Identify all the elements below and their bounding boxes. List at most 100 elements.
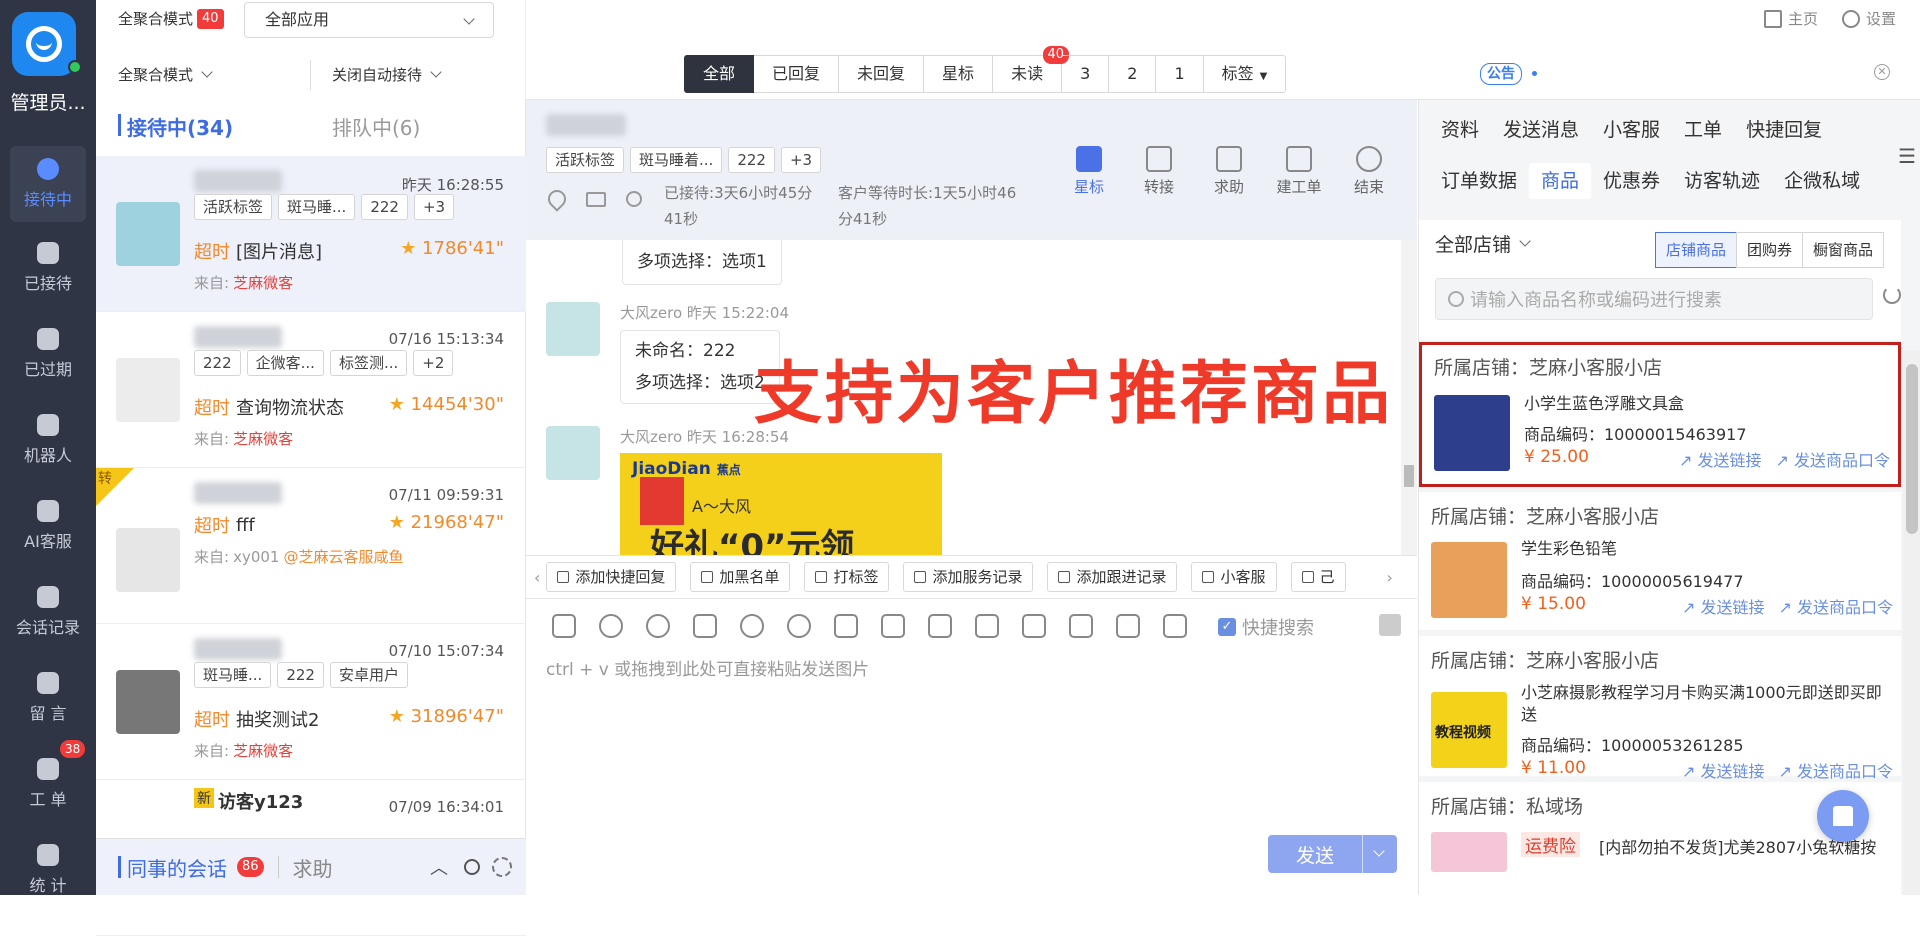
customer-action-button[interactable]: 转接 — [1124, 146, 1194, 197]
home-float-button[interactable] — [1817, 790, 1869, 842]
right-tab[interactable]: 企微私域 — [1772, 163, 1872, 199]
location-icon[interactable] — [544, 186, 570, 212]
filter-segment[interactable]: 1 — [1156, 55, 1204, 93]
panel-settings-icon[interactable]: ☰ — [1898, 144, 1916, 168]
timer-icon[interactable] — [626, 191, 642, 207]
nav-item[interactable]: 工 单 38 — [10, 740, 86, 822]
trash-icon[interactable] — [1069, 614, 1093, 638]
customer-tag[interactable]: 斑马睡着... — [630, 147, 723, 173]
product-card[interactable]: 所属店铺：芝麻小客服小店 小学生蓝色浮雕文具盒 商品编码：1000001546391… — [1419, 342, 1901, 487]
video-icon[interactable] — [1022, 614, 1046, 638]
invite-icon[interactable] — [740, 614, 764, 638]
emoji-icon[interactable] — [646, 614, 670, 638]
auto-receive-select[interactable]: 关闭自动接待 — [332, 64, 442, 85]
inbox-icon[interactable] — [928, 614, 952, 638]
filter-segment[interactable]: 3 — [1062, 55, 1110, 93]
customer-action-button[interactable]: 建工单 — [1264, 146, 1334, 197]
settings-link[interactable]: 设置 — [1866, 8, 1896, 29]
expand-icon[interactable] — [1379, 614, 1401, 636]
store-select[interactable]: 全部店铺 — [1435, 230, 1531, 257]
right-scrollbar[interactable] — [1903, 350, 1920, 895]
toolbar-button[interactable]: 添加服务记录 — [903, 562, 1034, 592]
customer-tag[interactable]: 222 — [728, 147, 775, 173]
customer-tag[interactable]: 活跃标签 — [546, 147, 625, 173]
upload-icon[interactable] — [881, 614, 905, 638]
chart-icon[interactable] — [552, 614, 576, 638]
tab-queue[interactable]: 排队中(6) — [332, 112, 420, 141]
help-sessions[interactable]: 求助 — [293, 853, 333, 882]
admin-name[interactable]: 管理员... — [0, 88, 96, 115]
customer-tag[interactable]: +3 — [780, 147, 822, 173]
toolbar-button[interactable]: 加黑名单 — [690, 562, 791, 592]
collapse-up-icon[interactable]: ︿ — [430, 854, 448, 880]
nav-item[interactable]: 留 言 — [10, 660, 86, 736]
chat-scrollbar[interactable] — [1401, 240, 1417, 555]
device-icon[interactable] — [586, 191, 606, 207]
conversation-item[interactable]: 07/10 15:07:34 斑马睡... 222 安卓用户 超时 抽奖测试2 ★ 3189… — [96, 624, 526, 780]
right-tab[interactable]: 优惠券 — [1591, 163, 1672, 199]
nav-item[interactable]: 接待中 — [10, 146, 86, 222]
send-command-button[interactable]: ↗ 发送商品口令 — [1775, 447, 1890, 471]
nav-item[interactable]: AI客服 — [10, 488, 86, 564]
scroll-left-icon[interactable]: ‹ — [534, 568, 540, 587]
product-type-tab[interactable]: 橱窗商品 — [1802, 232, 1885, 268]
product-type-tab[interactable]: 团购券 — [1736, 232, 1804, 268]
clock-icon[interactable] — [599, 614, 623, 638]
right-tab[interactable]: 工单 — [1672, 112, 1734, 148]
scroll-right-icon[interactable]: › — [1386, 568, 1392, 587]
nav-item[interactable]: 已过期 — [10, 316, 86, 392]
product-card[interactable]: 所属店铺：芝麻小客服小店 学生彩色铅笔 商品编码：10000005619477 ¥ 1… — [1419, 492, 1901, 630]
right-tab[interactable]: 资料 — [1429, 112, 1491, 148]
send-button[interactable]: 发送 — [1268, 835, 1398, 873]
right-tab[interactable]: 快捷回复 — [1734, 112, 1834, 148]
nav-item[interactable]: 统 计 — [10, 832, 86, 908]
product-card[interactable]: 所属店铺：芝麻小客服小店 教程视频 小芝麻摄影教程学习月卡购买满1000元即送即买即… — [1419, 636, 1901, 781]
toolbar-button[interactable]: 添加跟进记录 — [1047, 562, 1178, 592]
right-tab[interactable]: 商品 — [1529, 163, 1592, 199]
customer-action-button[interactable]: 求助 — [1194, 146, 1264, 197]
filter-segment[interactable]: 2 — [1109, 55, 1157, 93]
product-type-tab[interactable]: 店铺商品 — [1655, 232, 1738, 268]
right-tab[interactable]: 发送消息 — [1491, 112, 1591, 148]
mic-icon[interactable] — [1163, 614, 1187, 638]
send-command-button[interactable]: ↗ 发送商品口令 — [1778, 758, 1893, 782]
tab-receiving[interactable]: 接待中(34) — [127, 112, 233, 141]
send-command-button[interactable]: ↗ 发送商品口令 — [1778, 594, 1893, 618]
file-icon[interactable] — [834, 614, 858, 638]
customer-action-button[interactable]: 结束 — [1334, 146, 1404, 197]
customer-action-button[interactable]: 星标 — [1054, 146, 1124, 197]
chevron-down-icon[interactable] — [1373, 845, 1385, 857]
quick-search-toggle[interactable]: 快捷搜索 — [1242, 614, 1314, 640]
checkbox-icon[interactable]: ✓ — [1218, 618, 1236, 636]
conversation-item[interactable]: 07/16 15:13:34 222 企微客... 标签测... +2 超时 查询物流状态 ★… — [96, 312, 526, 468]
home-link[interactable]: 主页 — [1788, 8, 1818, 29]
toolbar-button[interactable]: 己 — [1290, 562, 1346, 592]
colleague-sessions[interactable]: 同事的会话 — [127, 853, 227, 882]
mode-select[interactable]: 全聚合模式 — [118, 64, 213, 85]
right-tab[interactable]: 订单数据 — [1429, 163, 1529, 199]
nav-item[interactable]: 会话记录 — [10, 574, 86, 650]
send-link-button[interactable]: ↗ 发送链接 — [1682, 594, 1765, 618]
toolbar-button[interactable]: 小客服 — [1191, 562, 1277, 592]
conversation-item[interactable]: 昨天 16:28:55 活跃标签 斑马睡... 222 +3 超时 [图片消息] ★ 1786… — [96, 156, 526, 312]
product-search-input[interactable]: 请输入商品名称或编码进行搜素 — [1435, 278, 1873, 320]
right-tab[interactable]: 访客轨迹 — [1672, 163, 1772, 199]
nav-item[interactable]: 已接待 — [10, 230, 86, 306]
card-icon[interactable] — [1116, 614, 1140, 638]
message-input[interactable]: ctrl + v 或拖拽到此处可直接粘贴发送图片 — [546, 655, 869, 680]
close-notice-icon[interactable]: ✕ — [1874, 64, 1890, 80]
toolbar-button[interactable]: 打标签 — [804, 562, 890, 592]
timer-icon[interactable] — [787, 614, 811, 638]
search-icon[interactable] — [464, 859, 480, 875]
right-tab[interactable]: 小客服 — [1591, 112, 1672, 148]
toolbar-button[interactable]: 添加快捷回复 — [546, 562, 677, 592]
refresh-icon[interactable] — [1883, 286, 1901, 304]
filter-segment[interactable]: 标签 ▼ — [1203, 55, 1287, 93]
notice-badge[interactable]: 公告 — [1480, 63, 1522, 85]
image-message[interactable]: JiaoDian 蕉点 A～大风 好礼“0”元领 — [620, 453, 942, 555]
conversation-item[interactable]: 转 07/11 09:59:31 超时 fff ★ 21968'47" 来自: xy001 @… — [96, 468, 526, 624]
filter-segment[interactable]: 星标 — [924, 55, 994, 93]
app-logo-icon[interactable] — [12, 12, 82, 76]
filter-segment[interactable]: 未回复 — [839, 55, 925, 93]
scissors-icon[interactable] — [693, 614, 717, 638]
